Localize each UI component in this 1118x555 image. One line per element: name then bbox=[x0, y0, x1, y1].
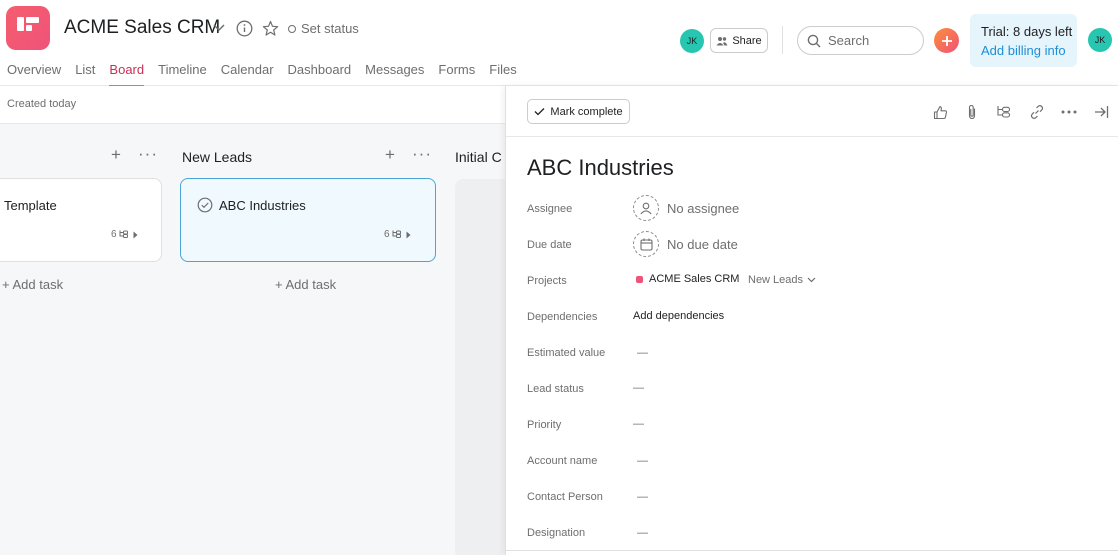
people-icon bbox=[716, 36, 728, 45]
project-title[interactable]: ACME Sales CRM bbox=[64, 17, 220, 39]
mark-complete-button[interactable]: Mark complete bbox=[527, 99, 630, 124]
top-header: ACME Sales CRM Set status Overview List … bbox=[0, 0, 1118, 87]
header-divider bbox=[782, 26, 783, 54]
subtask-count[interactable]: 6 bbox=[384, 229, 411, 240]
subtask-icon bbox=[392, 230, 401, 238]
create-plus-button[interactable] bbox=[934, 28, 959, 53]
column-title-initial[interactable]: Initial C bbox=[455, 149, 502, 165]
column-body bbox=[455, 179, 505, 555]
tab-dashboard[interactable]: Dashboard bbox=[281, 62, 359, 86]
designation-label: Designation bbox=[527, 527, 586, 539]
due-date-label: Due date bbox=[527, 239, 572, 251]
tab-forms[interactable]: Forms bbox=[431, 62, 482, 86]
task-card-selected[interactable]: ABC Industries 6 bbox=[180, 178, 436, 262]
add-billing-link[interactable]: Add billing info bbox=[981, 43, 1077, 58]
card-title: ABC Industries bbox=[219, 198, 306, 213]
set-status-button[interactable]: Set status bbox=[288, 21, 359, 36]
dependencies-label: Dependencies bbox=[527, 311, 598, 323]
lead-status-field[interactable]: — bbox=[633, 382, 644, 394]
task-card[interactable]: Template 6 bbox=[0, 178, 162, 262]
trial-banner: Trial: 8 days left Add billing info bbox=[970, 14, 1077, 67]
assignee-label: Assignee bbox=[527, 203, 573, 215]
contact-person-label: Contact Person bbox=[527, 491, 603, 503]
tab-list[interactable]: List bbox=[68, 62, 102, 86]
check-icon bbox=[534, 108, 545, 116]
search-input[interactable]: Search bbox=[797, 26, 924, 55]
trial-text: Trial: 8 days left bbox=[981, 24, 1073, 39]
tab-files[interactable]: Files bbox=[482, 62, 523, 86]
link-icon[interactable] bbox=[1027, 102, 1047, 122]
column-title-new-leads[interactable]: New Leads bbox=[182, 149, 252, 165]
attachment-icon[interactable] bbox=[962, 102, 982, 122]
project-logo-icon[interactable] bbox=[6, 6, 50, 50]
share-button[interactable]: Share bbox=[710, 28, 768, 53]
section-dropdown[interactable]: New Leads bbox=[748, 274, 816, 286]
more-options-icon[interactable] bbox=[1059, 102, 1079, 122]
status-dot-icon bbox=[288, 24, 296, 33]
tab-calendar[interactable]: Calendar bbox=[214, 62, 281, 86]
subtask-icon bbox=[119, 230, 128, 238]
chevron-down-icon bbox=[807, 277, 816, 283]
priority-field[interactable]: — bbox=[633, 418, 644, 430]
add-task-button[interactable]: + Add task bbox=[2, 277, 63, 292]
project-color-dot bbox=[636, 275, 643, 283]
estimated-value-label: Estimated value bbox=[527, 347, 606, 359]
priority-label: Priority bbox=[527, 419, 562, 431]
tab-board[interactable]: Board bbox=[102, 62, 151, 87]
check-circle-icon[interactable] bbox=[197, 197, 213, 213]
board-subheader: Created today bbox=[0, 86, 505, 124]
star-icon[interactable] bbox=[261, 19, 279, 37]
projects-label: Projects bbox=[527, 275, 567, 287]
task-detail-pane: Mark complete ABC Industries Assignee No… bbox=[505, 86, 1118, 555]
add-dependencies-button[interactable]: Add dependencies bbox=[633, 310, 724, 322]
like-icon[interactable] bbox=[930, 102, 950, 122]
pane-divider bbox=[506, 550, 1118, 551]
column-add-icon[interactable]: + bbox=[111, 145, 121, 165]
calendar-icon bbox=[633, 231, 659, 257]
designation-field[interactable]: — bbox=[637, 527, 648, 539]
caret-right-icon bbox=[133, 231, 138, 238]
due-date-field[interactable]: No due date bbox=[633, 231, 738, 257]
board-area: + ··· Template 6 + Add task New Leads + … bbox=[0, 124, 505, 555]
user-icon bbox=[633, 195, 659, 221]
contact-person-field[interactable]: — bbox=[637, 491, 648, 503]
add-task-button[interactable]: + Add task bbox=[275, 277, 336, 292]
project-tabs: Overview List Board Timeline Calendar Da… bbox=[0, 62, 524, 87]
close-pane-icon[interactable] bbox=[1091, 102, 1111, 122]
task-title[interactable]: ABC Industries bbox=[527, 155, 674, 181]
chevron-down-icon[interactable] bbox=[211, 19, 227, 35]
info-icon[interactable] bbox=[235, 19, 253, 37]
column-menu-icon[interactable]: ··· bbox=[412, 144, 432, 164]
tab-messages[interactable]: Messages bbox=[358, 62, 431, 86]
user-avatar[interactable]: JK bbox=[1088, 28, 1112, 52]
assignee-field[interactable]: No assignee bbox=[633, 195, 739, 221]
lead-status-label: Lead status bbox=[527, 383, 584, 395]
subtasks-icon[interactable] bbox=[994, 102, 1014, 122]
estimated-value-field[interactable]: — bbox=[637, 347, 648, 359]
column-add-icon[interactable]: + bbox=[385, 145, 395, 165]
search-icon bbox=[807, 34, 821, 47]
tab-timeline[interactable]: Timeline bbox=[151, 62, 214, 86]
detail-toolbar: Mark complete bbox=[506, 86, 1118, 137]
member-avatar[interactable]: JK bbox=[680, 29, 704, 53]
created-text: Created today bbox=[7, 98, 77, 110]
column-menu-icon[interactable]: ··· bbox=[138, 144, 158, 164]
subtask-count[interactable]: 6 bbox=[111, 229, 138, 240]
caret-right-icon bbox=[406, 231, 411, 238]
plus-icon bbox=[941, 35, 952, 46]
project-tag[interactable]: ACME Sales CRM bbox=[636, 273, 739, 285]
tab-overview[interactable]: Overview bbox=[0, 62, 68, 86]
account-name-field[interactable]: — bbox=[637, 455, 648, 467]
card-title: Template bbox=[4, 198, 57, 213]
account-name-label: Account name bbox=[527, 455, 598, 467]
